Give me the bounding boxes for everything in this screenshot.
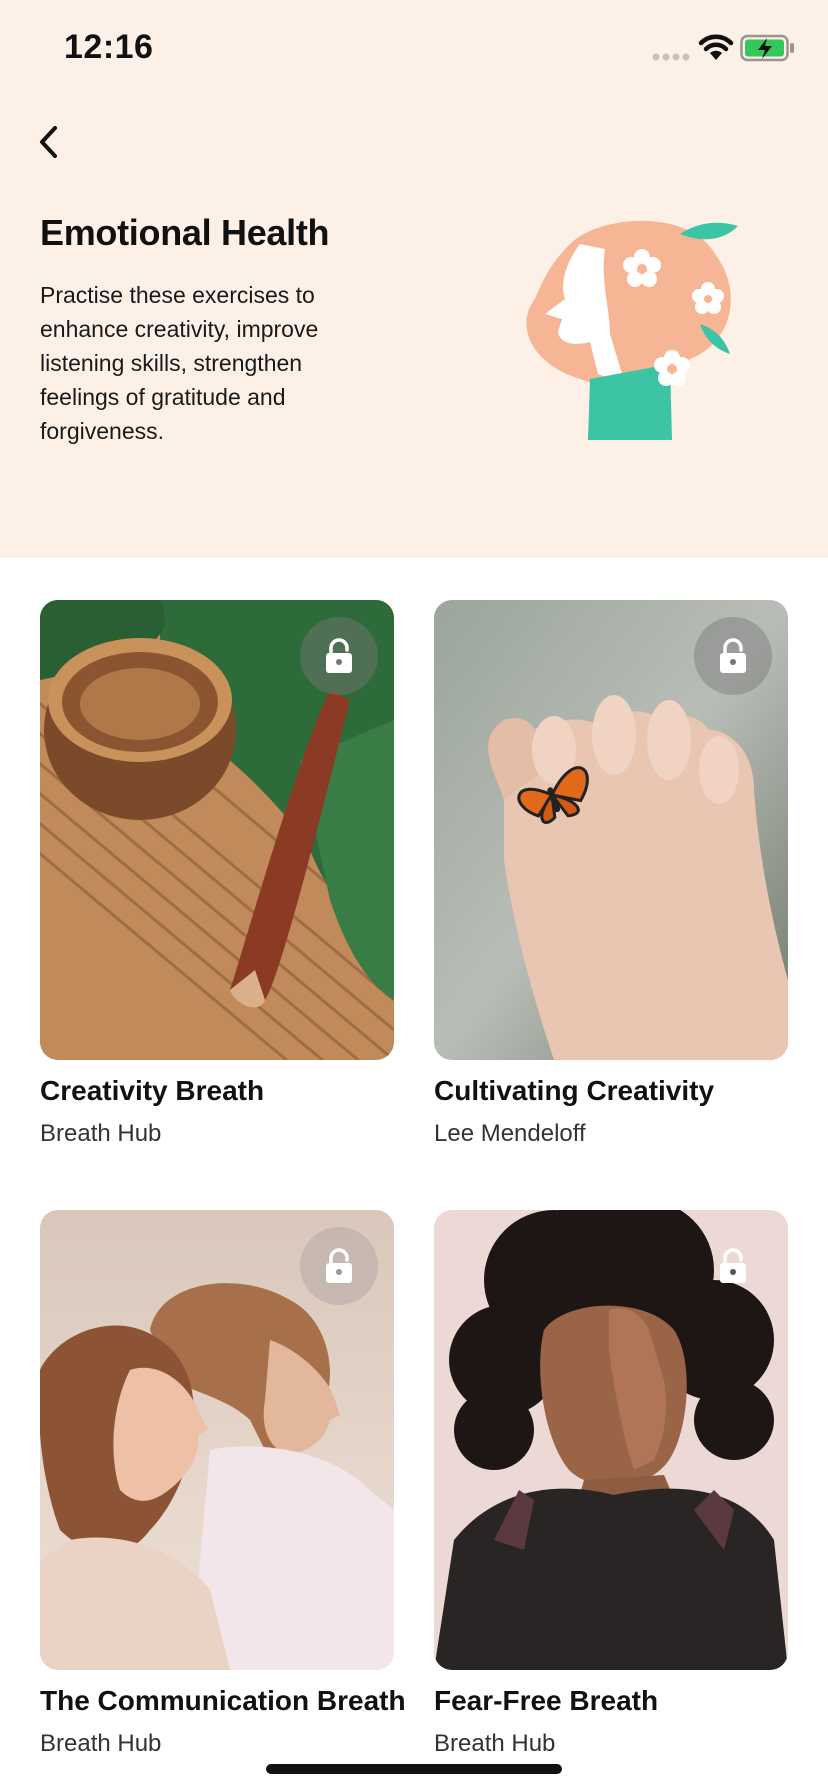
exercise-card-cultivating-creativity[interactable]: Cultivating Creativity Lee Mendeloff [434, 600, 788, 1160]
card-image [40, 600, 394, 1060]
home-indicator[interactable] [266, 1764, 562, 1774]
card-image [40, 1210, 394, 1670]
card-image [434, 600, 788, 1060]
card-title: Cultivating Creativity [434, 1075, 715, 1106]
card-author: Lee Mendeloff [434, 1120, 586, 1147]
lock-badge [300, 1227, 378, 1305]
card-author: Breath Hub [434, 1730, 556, 1757]
cellular-signal-icon [652, 53, 690, 61]
status-time: 12:16 [64, 28, 154, 66]
card-title: Creativity Breath [40, 1075, 265, 1106]
lock-icon [326, 1248, 352, 1283]
card-title: Fear-Free Breath [434, 1685, 659, 1716]
exercise-card-the-communication-breath[interactable]: The Communication Breath Breath Hub [40, 1210, 406, 1766]
lock-badge [694, 617, 772, 695]
page-description: Practise these exercises to enhance crea… [40, 282, 319, 444]
screen: 12:16 Emotional Health Practise these ex… [0, 0, 828, 1792]
page-title: Emotional Health [40, 212, 330, 253]
lock-icon [326, 638, 352, 673]
card-title: The Communication Breath [40, 1685, 406, 1716]
lock-badge [694, 1227, 772, 1305]
card-author: Breath Hub [40, 1730, 162, 1757]
back-button[interactable] [26, 118, 70, 166]
exercise-card-fear-free-breath[interactable]: Fear-Free Breath Breath Hub [434, 1210, 788, 1766]
battery-charging-icon [740, 34, 794, 62]
exercise-card-creativity-breath[interactable]: Creativity Breath Breath Hub [40, 600, 394, 1160]
card-author: Breath Hub [40, 1120, 162, 1147]
lock-icon [720, 638, 746, 673]
lock-badge [300, 617, 378, 695]
status-bar: 12:16 [0, 0, 828, 100]
chevron-left-icon [40, 126, 57, 158]
woman-with-flowers-illustration [526, 220, 738, 440]
lock-icon [720, 1248, 746, 1283]
wifi-icon [698, 34, 734, 60]
card-image [434, 1210, 788, 1670]
